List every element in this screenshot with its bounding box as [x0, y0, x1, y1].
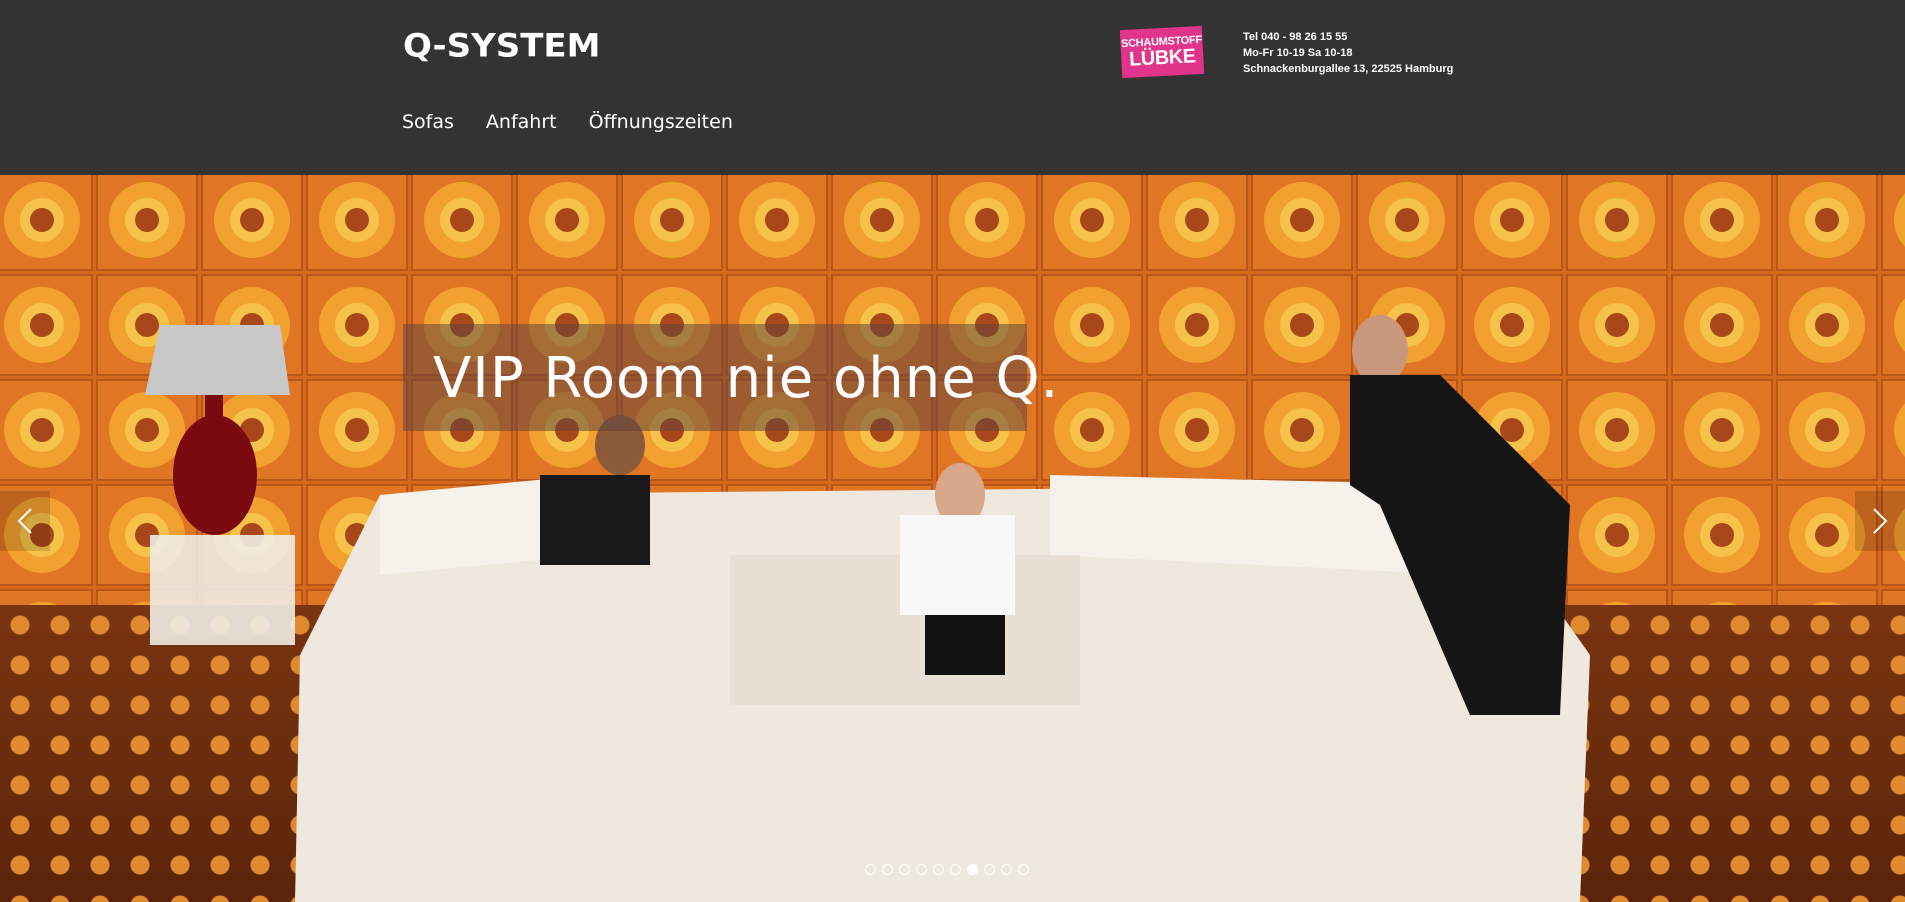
partner-logo-line2: LÜBKE — [1128, 44, 1197, 71]
nav-item-sofas[interactable]: Sofas — [402, 111, 454, 133]
schaumstoff-luebke-logo[interactable]: SCHAUMSTOFF LÜBKE — [1119, 25, 1205, 79]
slider-next-button[interactable] — [1855, 491, 1905, 551]
slider-dot[interactable] — [933, 864, 944, 875]
contact-info: Tel 040 - 98 26 15 55 Mo-Fr 10-19 Sa 10-… — [1243, 29, 1453, 77]
hero-sofa-image — [145, 315, 1590, 902]
nav-item-anfahrt[interactable]: Anfahrt — [486, 111, 557, 133]
slider-prev-button[interactable] — [0, 491, 50, 551]
slider-dot[interactable] — [865, 864, 876, 875]
contact-address: Schnackenburgallee 13, 22525 Hamburg — [1243, 63, 1454, 75]
hero-headline-box: VIP Room nie ohne Q. — [403, 324, 1058, 431]
slider-dot[interactable] — [899, 864, 910, 875]
chevron-right-icon — [1873, 508, 1888, 534]
q-system-logo[interactable]: Q-SYSTEM — [403, 26, 601, 66]
contact-hours: Mo-Fr 10-19 Sa 10-18 — [1243, 47, 1353, 59]
slider-dot[interactable] — [950, 864, 961, 875]
slider-dot[interactable] — [882, 864, 893, 875]
slider-dot[interactable] — [967, 864, 978, 875]
slider-dot[interactable] — [1018, 864, 1029, 875]
main-nav: Sofas Anfahrt Öffnungszeiten — [402, 111, 733, 133]
hero-slider: VIP Room nie ohne Q. — [0, 175, 1905, 902]
hero-headline: VIP Room nie ohne Q. — [433, 346, 1060, 411]
chevron-left-icon — [17, 508, 32, 534]
slider-dot[interactable] — [984, 864, 995, 875]
logo-text: Q-SYSTEM — [403, 27, 601, 65]
contact-phone: Tel 040 - 98 26 15 55 — [1243, 31, 1348, 43]
slider-dot[interactable] — [1001, 864, 1012, 875]
nav-item-oeffnungszeiten[interactable]: Öffnungszeiten — [589, 111, 733, 133]
slider-pagination — [865, 864, 1029, 875]
slider-dot[interactable] — [916, 864, 927, 875]
site-header: Q-SYSTEM SCHAUMSTOFF LÜBKE Tel 040 - 98 … — [0, 0, 1905, 175]
